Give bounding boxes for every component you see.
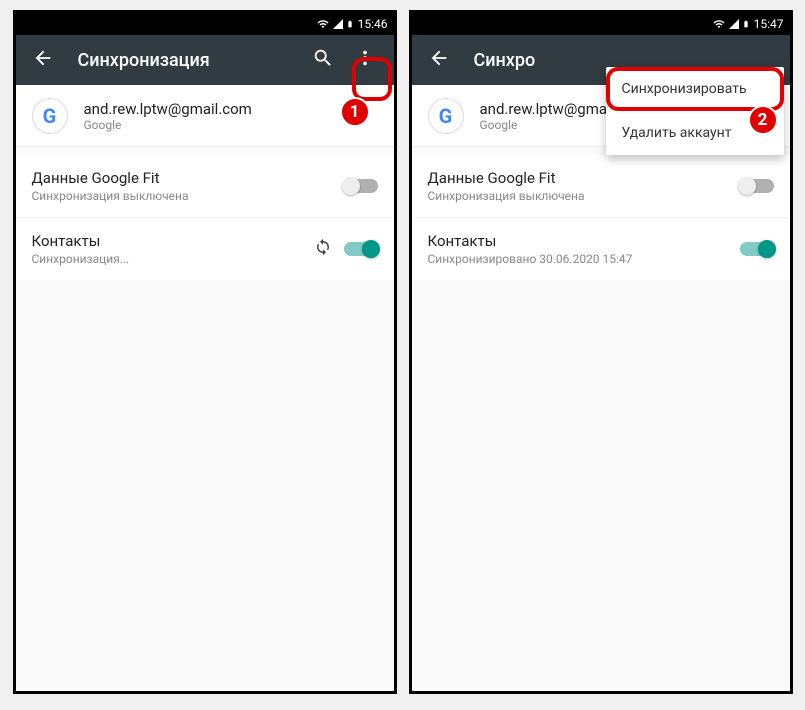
toggle-switch[interactable] <box>344 179 378 193</box>
wifi-icon <box>316 18 330 30</box>
sync-item-name: Данные Google Fit <box>32 169 344 187</box>
callout-badge: 2 <box>748 105 778 135</box>
battery-icon <box>742 17 750 31</box>
cell-signal-icon <box>332 18 344 30</box>
sync-item-sub: Синхронизация... <box>32 252 314 266</box>
status-bar: 15:46 <box>16 13 394 35</box>
google-avatar-icon: G <box>32 98 68 134</box>
toggle-switch[interactable] <box>344 242 378 256</box>
back-button[interactable] <box>420 39 458 81</box>
battery-icon <box>346 17 354 31</box>
sync-item-name: Контакты <box>428 232 740 250</box>
status-bar: 15:47 <box>412 13 790 35</box>
arrow-back-icon <box>32 47 54 69</box>
callout-highlight <box>352 57 392 101</box>
account-provider: Google <box>84 118 252 132</box>
sync-progress-icon <box>314 238 332 260</box>
search-button[interactable] <box>302 37 344 83</box>
sync-item-sub: Синхронизация выключена <box>32 189 344 203</box>
google-avatar-icon: G <box>428 98 464 134</box>
wifi-icon <box>712 18 726 30</box>
account-row[interactable]: G and.rew.lptw@gmail.com Google <box>16 85 394 147</box>
sync-item-contacts[interactable]: Контакты Синхронизировано 30.06.2020 15:… <box>412 217 790 280</box>
toggle-switch[interactable] <box>740 242 774 256</box>
sync-item-sub: Синхронизировано 30.06.2020 15:47 <box>428 252 740 266</box>
sync-item-sub: Синхронизация выключена <box>428 189 740 203</box>
toggle-switch[interactable] <box>740 179 774 193</box>
phone-right: 15:47 Синхро G and.rew.lptw@gmail.com Go… <box>409 10 793 694</box>
app-bar: Синхронизация <box>16 35 394 85</box>
app-bar-title: Синхронизация <box>78 50 302 71</box>
cell-signal-icon <box>728 18 740 30</box>
back-button[interactable] <box>24 39 62 81</box>
account-email: and.rew.lptw@gmail.com <box>84 100 252 118</box>
status-time: 15:47 <box>754 17 784 31</box>
sync-item-google-fit[interactable]: Данные Google Fit Синхронизация выключен… <box>16 155 394 217</box>
sync-item-contacts[interactable]: Контакты Синхронизация... <box>16 217 394 280</box>
status-time: 15:46 <box>358 17 388 31</box>
callout-badge: 1 <box>340 97 370 127</box>
sync-item-name: Контакты <box>32 232 314 250</box>
sync-item-name: Данные Google Fit <box>428 169 740 187</box>
search-icon <box>312 47 334 69</box>
phone-left: 15:46 Синхронизация G and.rew.lptw@gmail… <box>13 10 397 694</box>
account-info: and.rew.lptw@gmail.com Google <box>84 100 252 132</box>
arrow-back-icon <box>428 47 450 69</box>
sync-item-google-fit[interactable]: Данные Google Fit Синхронизация выключен… <box>412 155 790 217</box>
callout-highlight <box>606 67 784 111</box>
